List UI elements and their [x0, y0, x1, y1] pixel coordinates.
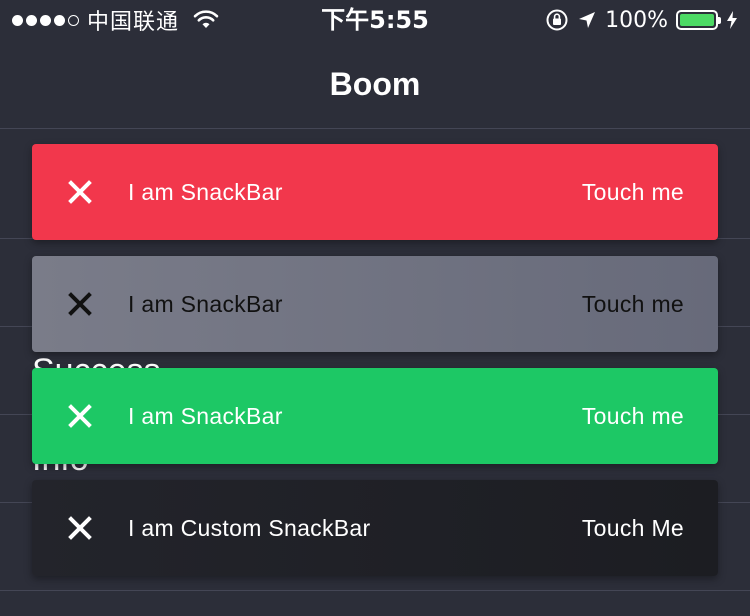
battery-percent: 100%: [605, 7, 668, 33]
battery-fill: [680, 14, 714, 26]
status-bar: 中国联通 下午5:55 100%: [0, 0, 750, 40]
snackbar-action-button[interactable]: Touch me: [582, 256, 684, 352]
battery-icon: [676, 10, 721, 30]
snackbar-message: I am Custom SnackBar: [128, 515, 371, 541]
close-icon[interactable]: [66, 402, 94, 430]
orientation-lock-icon: [546, 9, 568, 31]
snackbar-warning: I am SnackBar Touch me: [32, 256, 718, 352]
snackbar-error: I am SnackBar Touch me: [32, 144, 718, 240]
snackbar-action-button[interactable]: Touch me: [582, 144, 684, 240]
snackbar-message: I am SnackBar: [128, 179, 283, 205]
page-title: Boom: [329, 66, 421, 102]
navigation-bar: Boom: [0, 40, 750, 129]
close-icon[interactable]: [66, 178, 94, 206]
close-icon[interactable]: [66, 514, 94, 542]
snackbar-action-button[interactable]: Touch Me: [582, 480, 684, 576]
charging-bolt-icon: [727, 11, 737, 29]
snackbar-message: I am SnackBar: [128, 403, 283, 429]
snackbar-action-button[interactable]: Touch me: [582, 368, 684, 464]
location-arrow-icon: [579, 12, 596, 28]
status-right: 100%: [545, 6, 738, 34]
snackbar-message: I am SnackBar: [128, 291, 283, 317]
close-icon[interactable]: [66, 290, 94, 318]
snackbar-success: I am SnackBar Touch me: [32, 368, 718, 464]
snackbar-custom: I am Custom SnackBar Touch Me: [32, 480, 718, 576]
